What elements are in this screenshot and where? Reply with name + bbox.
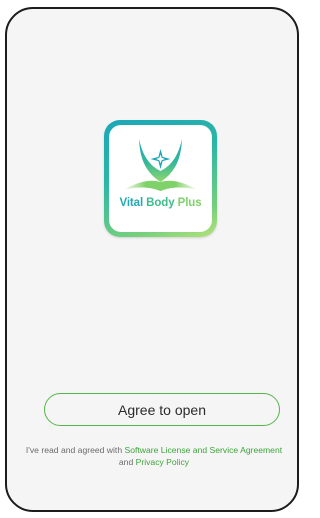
- license-agreement-link[interactable]: Software License and Service Agreement: [124, 445, 282, 455]
- logo-word-plus: Plus: [177, 197, 202, 209]
- lotus-star-icon: [123, 139, 198, 191]
- app-logo-text: Vital Body Plus: [109, 197, 212, 209]
- consent-prefix: I've read and agreed with: [25, 445, 125, 455]
- app-logo-inner: Vital Body Plus: [109, 125, 212, 232]
- privacy-policy-link[interactable]: Privacy Policy: [136, 457, 189, 467]
- consent-conjunction: and: [118, 456, 136, 467]
- app-logo: Vital Body Plus: [104, 120, 217, 237]
- phone-frame: Vital Body Plus Agree to open I've read …: [5, 7, 299, 512]
- logo-word-vital: Vital: [119, 197, 144, 209]
- consent-text: I've read and agreed with Software Licen…: [21, 445, 287, 468]
- logo-word-body: Body: [146, 197, 175, 209]
- agree-to-open-button[interactable]: Agree to open: [44, 393, 280, 426]
